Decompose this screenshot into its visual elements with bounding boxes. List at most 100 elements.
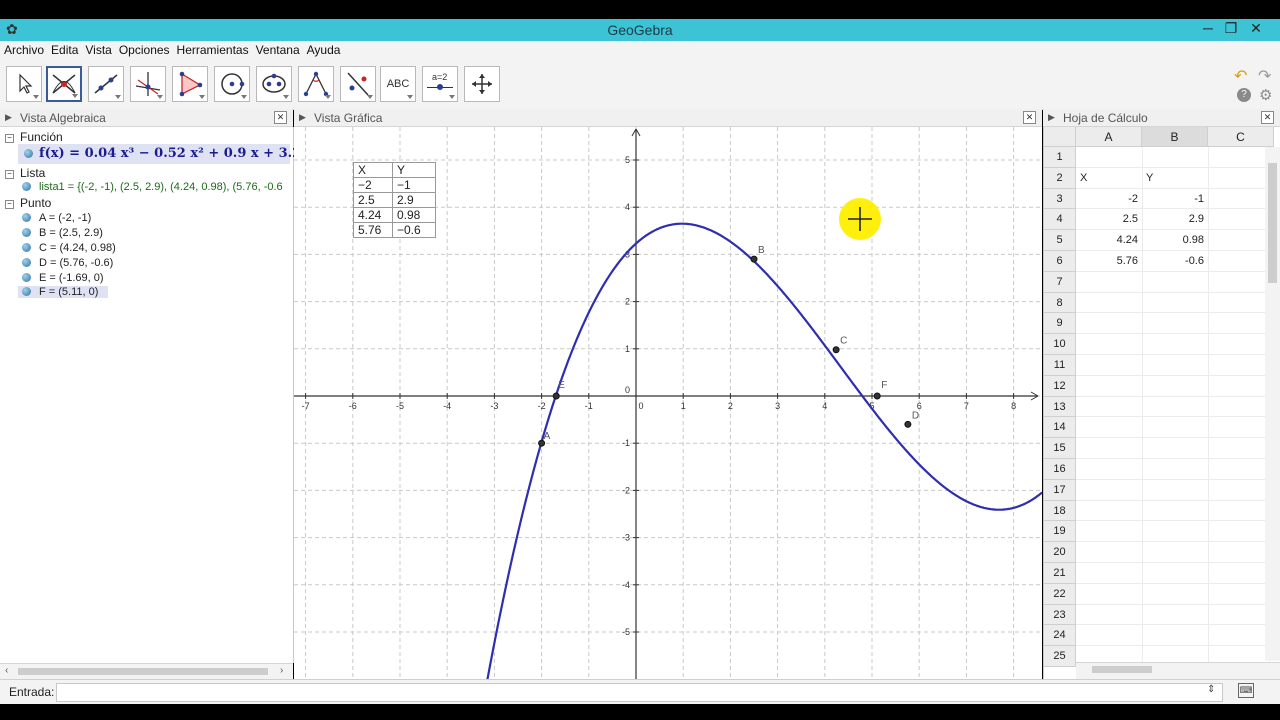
row-header[interactable]: 22 bbox=[1044, 583, 1076, 605]
point-f[interactable] bbox=[873, 392, 881, 400]
sheet-row[interactable] bbox=[1076, 459, 1276, 480]
sheet-row[interactable] bbox=[1076, 293, 1276, 314]
row-header[interactable]: 12 bbox=[1044, 375, 1076, 397]
function-row[interactable]: f(x) = 0.04 x³ − 0.52 x² + 0.9 x + 3.23 bbox=[18, 144, 310, 164]
panel-toggle-icon[interactable]: ▶ bbox=[299, 112, 306, 123]
cell-a5[interactable]: 4.24 bbox=[1076, 234, 1138, 246]
scroll-thumb[interactable] bbox=[18, 668, 268, 675]
sheet-row[interactable] bbox=[1076, 168, 1276, 189]
sheet-row[interactable] bbox=[1076, 625, 1276, 647]
close-icon[interactable]: ✕ bbox=[1244, 20, 1268, 37]
help-icon[interactable]: ? bbox=[1237, 88, 1251, 102]
row-header[interactable]: 10 bbox=[1044, 334, 1076, 355]
sheet-row[interactable] bbox=[1076, 563, 1276, 584]
cell-a4[interactable]: 2.5 bbox=[1076, 213, 1138, 225]
panel-toggle-icon[interactable]: ▶ bbox=[5, 112, 12, 123]
category-punto[interactable]: − Punto bbox=[5, 196, 51, 210]
sheet-row[interactable] bbox=[1076, 501, 1276, 522]
sheet-row[interactable] bbox=[1076, 542, 1276, 563]
sheet-row[interactable] bbox=[1076, 397, 1276, 418]
panel-toggle-icon[interactable]: ▶ bbox=[1048, 112, 1055, 123]
point-d[interactable] bbox=[904, 420, 912, 428]
cell-b4[interactable]: 2.9 bbox=[1142, 213, 1204, 225]
point-e-row[interactable]: E = (-1.69, 0) bbox=[22, 272, 104, 284]
row-header[interactable]: 3 bbox=[1044, 188, 1076, 210]
point-e[interactable] bbox=[552, 392, 560, 400]
close-spreadsheet-view-icon[interactable]: ✕ bbox=[1261, 111, 1274, 124]
function-definition[interactable]: f(x) = 0.04 x³ − 0.52 x² + 0.9 x + 3.23 bbox=[39, 146, 310, 161]
conic-tool-button[interactable] bbox=[256, 66, 292, 102]
cell-b2[interactable]: Y bbox=[1146, 172, 1153, 184]
row-header[interactable]: 19 bbox=[1044, 521, 1076, 543]
row-header[interactable]: 5 bbox=[1044, 230, 1076, 251]
reflect-tool-button[interactable] bbox=[340, 66, 376, 102]
perpendicular-tool-button[interactable] bbox=[130, 66, 166, 102]
visibility-toggle-icon[interactable] bbox=[22, 182, 31, 191]
category-funcion[interactable]: − Función bbox=[5, 130, 63, 144]
sheet-row[interactable] bbox=[1076, 272, 1276, 293]
row-header[interactable]: 25 bbox=[1044, 646, 1076, 667]
point-c-row[interactable]: C = (4.24, 0.98) bbox=[22, 242, 116, 254]
intersect-tool-button[interactable] bbox=[46, 66, 82, 102]
sheet-row[interactable] bbox=[1076, 521, 1276, 543]
angle-tool-button[interactable] bbox=[298, 66, 334, 102]
column-header-b[interactable]: B bbox=[1142, 127, 1208, 147]
keyboard-toggle-icon[interactable]: ⌨ bbox=[1238, 683, 1254, 698]
menu-opciones[interactable]: Opciones bbox=[115, 41, 173, 57]
cell-b5[interactable]: 0.98 bbox=[1142, 234, 1204, 246]
point-a-row[interactable]: A = (-2, -1) bbox=[22, 212, 91, 224]
point-f-row[interactable]: F = (5.11, 0) bbox=[18, 286, 108, 298]
slider-tool-button[interactable]: a=2 bbox=[422, 66, 458, 102]
sheet-row[interactable] bbox=[1076, 417, 1276, 439]
row-header[interactable]: 13 bbox=[1044, 396, 1076, 418]
row-header[interactable]: 11 bbox=[1044, 355, 1076, 376]
sheet-row[interactable] bbox=[1076, 334, 1276, 355]
row-header[interactable]: 17 bbox=[1044, 479, 1076, 501]
row-header[interactable]: 4 bbox=[1044, 209, 1076, 231]
visibility-toggle-icon[interactable] bbox=[22, 287, 31, 296]
row-header[interactable]: 9 bbox=[1044, 313, 1076, 335]
line-tool-button[interactable] bbox=[88, 66, 124, 102]
row-header[interactable]: 23 bbox=[1044, 604, 1076, 626]
row-header[interactable]: 6 bbox=[1044, 251, 1076, 272]
menu-edita[interactable]: Edita bbox=[47, 41, 81, 57]
point-b[interactable] bbox=[750, 255, 758, 263]
sheet-row[interactable] bbox=[1076, 584, 1276, 605]
polygon-tool-button[interactable] bbox=[172, 66, 208, 102]
visibility-toggle-icon[interactable] bbox=[22, 243, 31, 252]
settings-gear-icon[interactable]: ⚙ bbox=[1259, 86, 1272, 104]
row-header[interactable]: 16 bbox=[1044, 459, 1076, 480]
circle-tool-button[interactable] bbox=[214, 66, 250, 102]
graphics-view[interactable]: -7 -6 -5 -4 -3 -2 -1 0 1 2 3 4 5 6 7 8 5 4 3 2 1 0 -1 -2 -3 -4 -5 A… bbox=[294, 127, 1043, 682]
cell-a2[interactable]: X bbox=[1080, 172, 1087, 184]
menu-vista[interactable]: Vista bbox=[81, 41, 114, 57]
sheet-row[interactable] bbox=[1076, 480, 1276, 501]
column-header-a[interactable]: A bbox=[1076, 127, 1142, 147]
minimize-icon[interactable]: ─ bbox=[1196, 20, 1220, 36]
maximize-icon[interactable]: ❐ bbox=[1219, 20, 1243, 37]
sheet-row[interactable] bbox=[1076, 355, 1276, 376]
row-header[interactable]: 21 bbox=[1044, 563, 1076, 584]
row-header[interactable]: 15 bbox=[1044, 438, 1076, 459]
row-header[interactable]: 24 bbox=[1044, 625, 1076, 647]
point-b-row[interactable]: B = (2.5, 2.9) bbox=[22, 227, 103, 239]
text-tool-button[interactable]: ABC bbox=[380, 66, 416, 102]
category-lista[interactable]: − Lista bbox=[5, 166, 45, 180]
row-header[interactable]: 14 bbox=[1044, 417, 1076, 439]
sheet-row[interactable] bbox=[1076, 605, 1276, 626]
sheet-row[interactable] bbox=[1076, 147, 1276, 168]
point-d-row[interactable]: D = (5.76, -0.6) bbox=[22, 257, 113, 269]
redo-icon[interactable]: ↷ bbox=[1258, 66, 1271, 86]
row-header[interactable]: 2 bbox=[1044, 167, 1076, 189]
move-tool-button[interactable] bbox=[6, 66, 42, 102]
cell-b6[interactable]: -0.6 bbox=[1142, 255, 1204, 267]
visibility-toggle-icon[interactable] bbox=[24, 149, 33, 158]
scroll-left-icon[interactable]: ‹ bbox=[5, 665, 8, 676]
row-header[interactable]: 8 bbox=[1044, 292, 1076, 314]
point-c[interactable] bbox=[832, 346, 840, 354]
vertical-scroll-thumb[interactable] bbox=[1268, 163, 1277, 283]
algebra-horizontal-scrollbar[interactable]: ‹ › bbox=[0, 663, 293, 680]
visibility-toggle-icon[interactable] bbox=[22, 228, 31, 237]
sheet-row[interactable] bbox=[1076, 438, 1276, 459]
row-header[interactable]: 7 bbox=[1044, 271, 1076, 293]
